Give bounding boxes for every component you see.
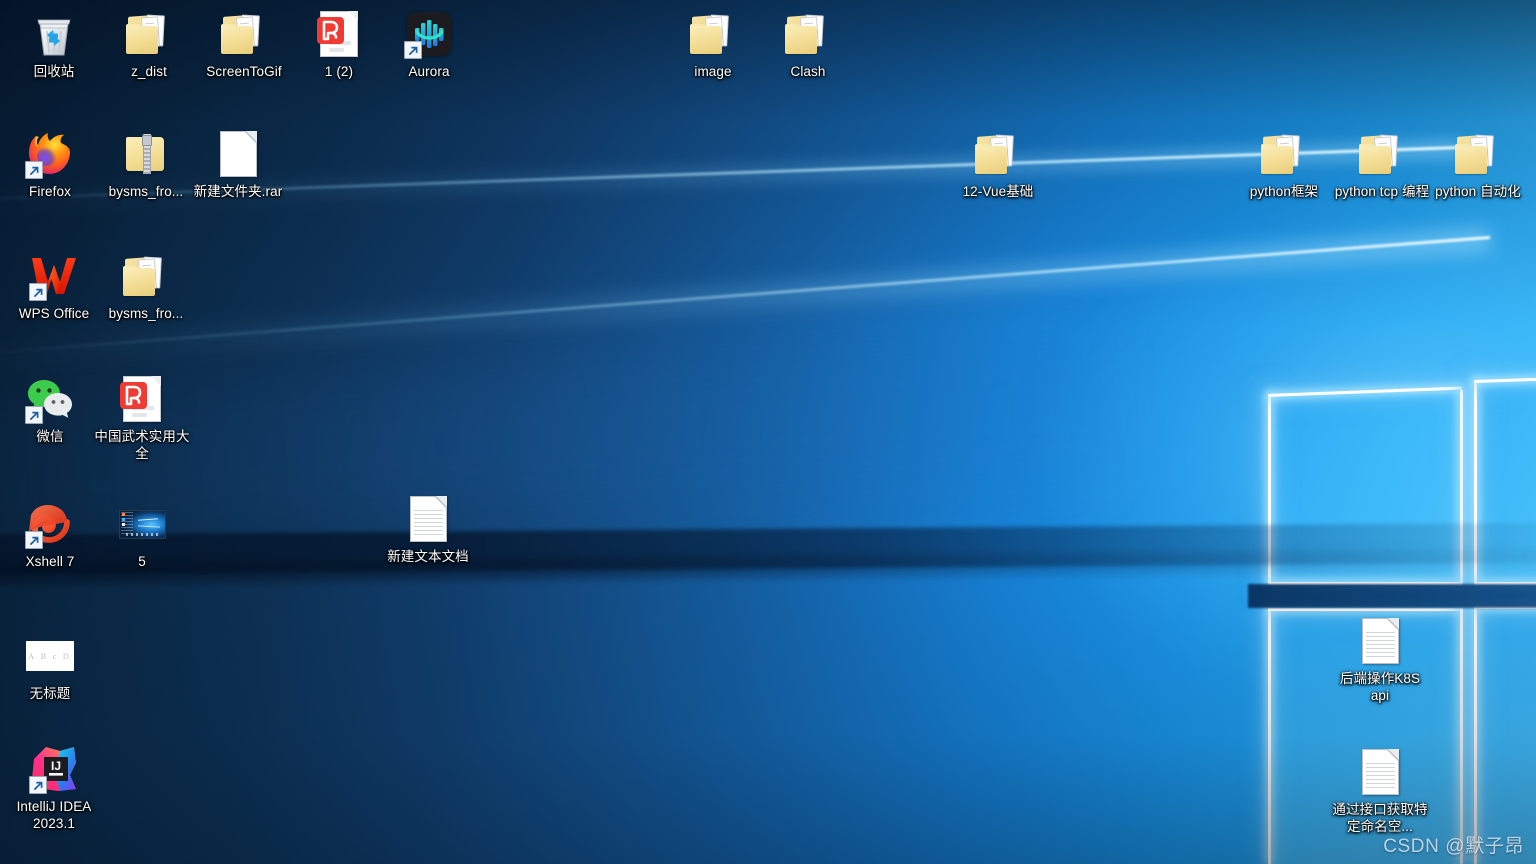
- desktop-icon-label: Aurora: [408, 64, 450, 79]
- desktop-icon-label: 新建文件夹.rar: [193, 184, 283, 199]
- intellij-icon: IJ: [29, 745, 78, 794]
- desktop-icon-firefox[interactable]: Firefox: [2, 130, 98, 200]
- folder-docs-icon: [125, 10, 173, 58]
- thumb-white-icon: A B c D: [26, 632, 74, 680]
- desktop-icon-get-namespace-api[interactable]: 通过接口获取特定命名空...: [1328, 748, 1432, 835]
- desktop-icon-label: 5: [138, 554, 146, 569]
- wallpaper-dark-band: [0, 522, 1536, 576]
- csdn-watermark: CSDN @默子昂: [1383, 836, 1524, 857]
- windows-logo-pane-bottom-right: [1474, 606, 1536, 864]
- pdf-doc-icon: [118, 375, 166, 423]
- desktop-icon-new-text-document[interactable]: 新建文本文档: [380, 495, 476, 565]
- svg-text:IJ: IJ: [51, 759, 61, 773]
- desktop-icon-label: IntelliJ IDEA 2023.1: [16, 799, 92, 831]
- desktop-icon-label: 通过接口获取特定命名空...: [1332, 802, 1428, 834]
- desktop-icon-label: 后端操作K8S api: [1339, 671, 1421, 703]
- desktop-root[interactable]: 回收站 z_dist ScreenToGif 1 (2) Aurora imag…: [0, 0, 1536, 864]
- desktop-icon-label: 12-Vue基础: [962, 184, 1034, 199]
- desktop-icon-python-automation[interactable]: python 自动化: [1426, 130, 1530, 200]
- desktop-icon-label: Clash: [790, 64, 826, 79]
- folder-docs-icon: [220, 10, 268, 58]
- shortcut-arrow-icon: [29, 776, 47, 794]
- folder-docs-icon: [1358, 130, 1406, 178]
- desktop-icon-label: image: [694, 64, 732, 79]
- desktop-icon-label: ScreenToGif: [206, 64, 282, 79]
- text-doc-icon: [1356, 617, 1404, 665]
- desktop-icon-label: Xshell 7: [25, 554, 75, 569]
- desktop-icon-screenshot-5[interactable]: 5: [94, 500, 190, 570]
- desktop-icon-z-dist[interactable]: z_dist: [101, 10, 197, 80]
- desktop-icon-untitled-image[interactable]: A B c D 无标题: [2, 632, 98, 702]
- wechat-icon: [25, 375, 74, 424]
- windows-logo-mullion: [1248, 584, 1536, 608]
- aurora-app-icon: [404, 10, 453, 59]
- folder-docs-icon: [784, 10, 832, 58]
- desktop-icon-xshell-7[interactable]: Xshell 7: [2, 500, 98, 570]
- shortcut-arrow-icon: [25, 531, 43, 549]
- firefox-icon: [25, 130, 74, 179]
- desktop-icon-intellij-idea[interactable]: IJ IntelliJ IDEA 2023.1: [2, 745, 106, 832]
- desktop-icon-backend-k8s-api[interactable]: 后端操作K8S api: [1328, 617, 1432, 704]
- folder-docs-icon: [122, 252, 170, 300]
- desktop-icon-python-tcp[interactable]: python tcp 编程: [1330, 130, 1434, 200]
- shortcut-arrow-icon: [25, 406, 43, 424]
- desktop-icon-label: 中国武术实用大全: [94, 429, 190, 461]
- wallpaper-dark-band-2: [0, 548, 1536, 585]
- pdf-doc-icon: [315, 10, 363, 58]
- folder-docs-icon: [689, 10, 737, 58]
- shortcut-arrow-icon: [29, 283, 47, 301]
- shortcut-arrow-icon: [25, 161, 43, 179]
- blank-doc-icon: [214, 130, 262, 178]
- text-doc-icon: [404, 495, 452, 543]
- wallpaper-beam-lower-glow: [0, 228, 1491, 370]
- zip-icon: [122, 130, 170, 178]
- desktop-icon-label: 微信: [36, 429, 64, 444]
- desktop-icon-chinese-wushu[interactable]: 中国武术实用大全: [94, 375, 190, 462]
- desktop-icon-python-frameworks[interactable]: python框架: [1236, 130, 1332, 200]
- desktop-icon-label: python tcp 编程: [1334, 184, 1430, 199]
- wps-icon: [29, 252, 78, 301]
- folder-docs-icon: [1260, 130, 1308, 178]
- desktop-icon-label: python框架: [1249, 184, 1319, 199]
- recycle-bin-icon: [30, 10, 78, 58]
- desktop-icon-label: z_dist: [131, 64, 167, 79]
- desktop-icon-aurora[interactable]: Aurora: [381, 10, 477, 80]
- desktop-icon-label: bysms_fro...: [108, 184, 184, 199]
- desktop-icon-new-folder-rar[interactable]: 新建文件夹.rar: [190, 130, 286, 200]
- desktop-icon-label: 新建文本文档: [387, 549, 469, 564]
- desktop-icon-label: python 自动化: [1435, 184, 1521, 199]
- wallpaper-beam-lower: [0, 236, 1491, 357]
- desktop-icon-wps-office[interactable]: WPS Office: [2, 252, 106, 322]
- desktop-icon-12-vue-basics[interactable]: 12-Vue基础: [950, 130, 1046, 200]
- desktop-icon-label: Firefox: [29, 184, 71, 199]
- desktop-icon-recycle-bin[interactable]: 回收站: [6, 10, 102, 80]
- desktop-icon-clash[interactable]: Clash: [760, 10, 856, 80]
- desktop-icon-image[interactable]: image: [665, 10, 761, 80]
- desktop-icon-label: 1 (2): [324, 64, 354, 79]
- desktop-icon-screentogif[interactable]: ScreenToGif: [192, 10, 296, 80]
- text-doc-icon: [1356, 748, 1404, 796]
- windows-logo-pane-top-right: [1474, 373, 1536, 585]
- shortcut-arrow-icon: [404, 41, 422, 59]
- desktop-icon-bysms-front-1[interactable]: bysms_fro...: [94, 130, 198, 200]
- windows-logo-pane-top-left: [1268, 386, 1463, 586]
- desktop-icon-label: WPS Office: [18, 306, 90, 321]
- desktop-icon-label: bysms_fro...: [108, 306, 184, 321]
- desktop-icon-label: 回收站: [33, 64, 75, 79]
- thumb-shot-icon: [118, 500, 166, 548]
- folder-docs-icon: [974, 130, 1022, 178]
- desktop-icon-wechat[interactable]: 微信: [2, 375, 98, 445]
- desktop-icon-bysms-front-2[interactable]: bysms_fro...: [94, 252, 198, 322]
- desktop-icon-1-2[interactable]: 1 (2): [291, 10, 387, 80]
- desktop-icon-label: 无标题: [29, 686, 71, 701]
- folder-docs-icon: [1454, 130, 1502, 178]
- xshell-icon: [25, 500, 74, 549]
